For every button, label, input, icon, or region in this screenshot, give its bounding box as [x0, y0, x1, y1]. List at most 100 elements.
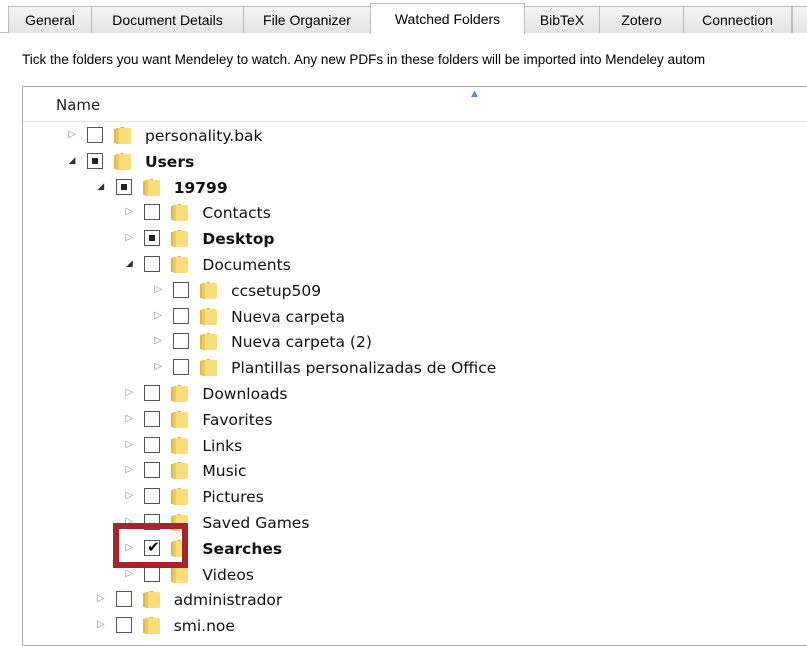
- tab-connection[interactable]: Connection: [683, 6, 792, 33]
- folder-label: smi.noe: [173, 617, 235, 636]
- folder-icon: [169, 435, 191, 455]
- collapse-arrow-icon[interactable]: ◢: [123, 255, 135, 273]
- folder-icon: [141, 177, 163, 197]
- sort-ascending-icon: ▲: [471, 89, 478, 99]
- folder-checkbox[interactable]: [144, 488, 161, 505]
- folder-icon: [169, 409, 191, 429]
- tab-strip: General Document Details File Organizer …: [0, 0, 807, 34]
- expand-arrow-icon[interactable]: ▷: [123, 203, 135, 221]
- tree-row[interactable]: ▷ Saved Games: [23, 510, 803, 536]
- tab-bibtex[interactable]: BibTeX: [524, 6, 600, 33]
- tab-watched-folders[interactable]: Watched Folders: [370, 3, 525, 34]
- collapse-arrow-icon[interactable]: ◢: [95, 178, 107, 196]
- expand-arrow-icon[interactable]: ▷: [95, 616, 107, 634]
- expand-arrow-icon[interactable]: ▷: [123, 410, 135, 428]
- folder-checkbox[interactable]: [144, 230, 161, 247]
- folder-checkbox[interactable]: [115, 617, 132, 634]
- tree-row[interactable]: ▷ Music: [23, 458, 803, 484]
- tab-document-details[interactable]: Document Details: [91, 6, 244, 33]
- tree-row[interactable]: ▷ ccsetup509: [23, 278, 803, 304]
- folder-checkbox[interactable]: [144, 436, 161, 453]
- folder-checkbox[interactable]: [173, 359, 190, 376]
- folder-checkbox[interactable]: [173, 307, 190, 324]
- folder-label: administrador: [173, 591, 283, 610]
- partial-check-mark: [149, 235, 156, 242]
- folder-label: Music: [202, 462, 247, 481]
- tree-row[interactable]: ◢ Users: [23, 149, 803, 175]
- tree-row[interactable]: ▷ administrador: [23, 587, 803, 613]
- tree-row[interactable]: ▷ Pictures: [23, 484, 803, 510]
- expand-arrow-icon[interactable]: ▷: [123, 513, 135, 531]
- tree-row[interactable]: ▷ smi.noe: [23, 613, 803, 639]
- folder-checkbox[interactable]: [87, 152, 103, 169]
- folder-label: Desktop: [202, 230, 275, 249]
- expand-arrow-icon[interactable]: ▷: [123, 539, 135, 557]
- folder-icon: [169, 564, 191, 584]
- tab-general[interactable]: General: [8, 6, 92, 33]
- folder-icon: [112, 125, 134, 145]
- expand-arrow-icon[interactable]: ▷: [123, 487, 135, 505]
- expand-arrow-icon[interactable]: ▷: [123, 229, 135, 247]
- expand-arrow-icon[interactable]: ▷: [123, 436, 135, 454]
- tab-file-organizer[interactable]: File Organizer: [243, 6, 371, 33]
- folder-icon: [169, 486, 191, 506]
- tree-row[interactable]: ▷ Videos: [23, 562, 803, 588]
- tab-zotero[interactable]: Zotero: [599, 6, 684, 33]
- folder-icon: [112, 151, 134, 171]
- tab-overflow[interactable]: [792, 6, 807, 33]
- folder-checkbox[interactable]: [144, 514, 161, 530]
- tree-row[interactable]: ▷ Links: [23, 433, 803, 459]
- folder-icon: [169, 254, 191, 274]
- partial-check-mark: [92, 157, 98, 164]
- folder-checkbox[interactable]: [173, 333, 190, 350]
- folder-icon: [169, 202, 191, 222]
- folder-checkbox[interactable]: [144, 410, 161, 427]
- expand-arrow-icon[interactable]: ▷: [123, 384, 135, 402]
- expand-arrow-icon[interactable]: ▷: [152, 307, 164, 325]
- folder-label: Videos: [202, 565, 254, 584]
- folder-label: 19799: [173, 178, 228, 197]
- expand-arrow-icon[interactable]: ▷: [123, 461, 135, 479]
- folder-checkbox[interactable]: [173, 281, 190, 298]
- tree-row[interactable]: ▷ Downloads: [23, 381, 803, 407]
- collapse-arrow-icon[interactable]: ◢: [66, 152, 78, 170]
- tree-row[interactable]: ▷ Nueva carpeta: [23, 304, 803, 330]
- expand-arrow-icon[interactable]: ▷: [152, 332, 164, 350]
- folder-icon: [198, 331, 220, 351]
- tree-row[interactable]: ▷ Desktop: [23, 226, 803, 252]
- folder-checkbox[interactable]: [115, 591, 132, 608]
- expand-arrow-icon[interactable]: ▷: [66, 126, 78, 144]
- tree-row[interactable]: ▷ Plantillas personalizadas de Office: [23, 355, 803, 381]
- folder-checkbox[interactable]: [144, 256, 161, 272]
- tree-column-header[interactable]: Name ▲: [23, 87, 807, 122]
- folder-icon: [169, 383, 191, 403]
- folder-tree[interactable]: Name ▲ ▷ personality.bak ◢ Users ◢ 19799 ▷ Cont…: [22, 86, 807, 646]
- tree-row[interactable]: ◢ 19799: [23, 175, 803, 201]
- folder-checkbox[interactable]: ✔: [144, 538, 161, 556]
- folder-checkbox[interactable]: [115, 178, 132, 195]
- tree-row[interactable]: ▷ ✔ Searches: [23, 536, 803, 562]
- folder-checkbox[interactable]: [144, 565, 161, 582]
- folder-icon: [198, 280, 220, 300]
- folder-label: Nueva carpeta: [231, 307, 345, 326]
- folder-label: ccsetup509: [231, 281, 322, 300]
- name-column-label: Name: [56, 96, 101, 114]
- expand-arrow-icon[interactable]: ▷: [95, 590, 107, 608]
- tree-row[interactable]: ▷ Contacts: [23, 200, 803, 226]
- folder-checkbox[interactable]: [87, 127, 103, 143]
- expand-arrow-icon[interactable]: ▷: [123, 565, 135, 583]
- expand-arrow-icon[interactable]: ▷: [152, 281, 164, 299]
- tree-row[interactable]: ▷ personality.bak: [23, 123, 803, 149]
- folder-label: personality.bak: [145, 127, 263, 145]
- folder-icon: [141, 615, 163, 635]
- folder-label: Searches: [202, 539, 283, 558]
- folder-label: Saved Games: [202, 514, 310, 532]
- tree-row[interactable]: ▷ Nueva carpeta (2): [23, 329, 803, 355]
- tree-row[interactable]: ◢ Documents: [23, 252, 803, 278]
- expand-arrow-icon[interactable]: ▷: [152, 358, 164, 376]
- folder-icon: [198, 306, 220, 326]
- folder-checkbox[interactable]: [144, 385, 161, 401]
- folder-checkbox[interactable]: [144, 462, 161, 479]
- folder-checkbox[interactable]: [144, 204, 161, 221]
- tree-row[interactable]: ▷ Favorites: [23, 407, 803, 433]
